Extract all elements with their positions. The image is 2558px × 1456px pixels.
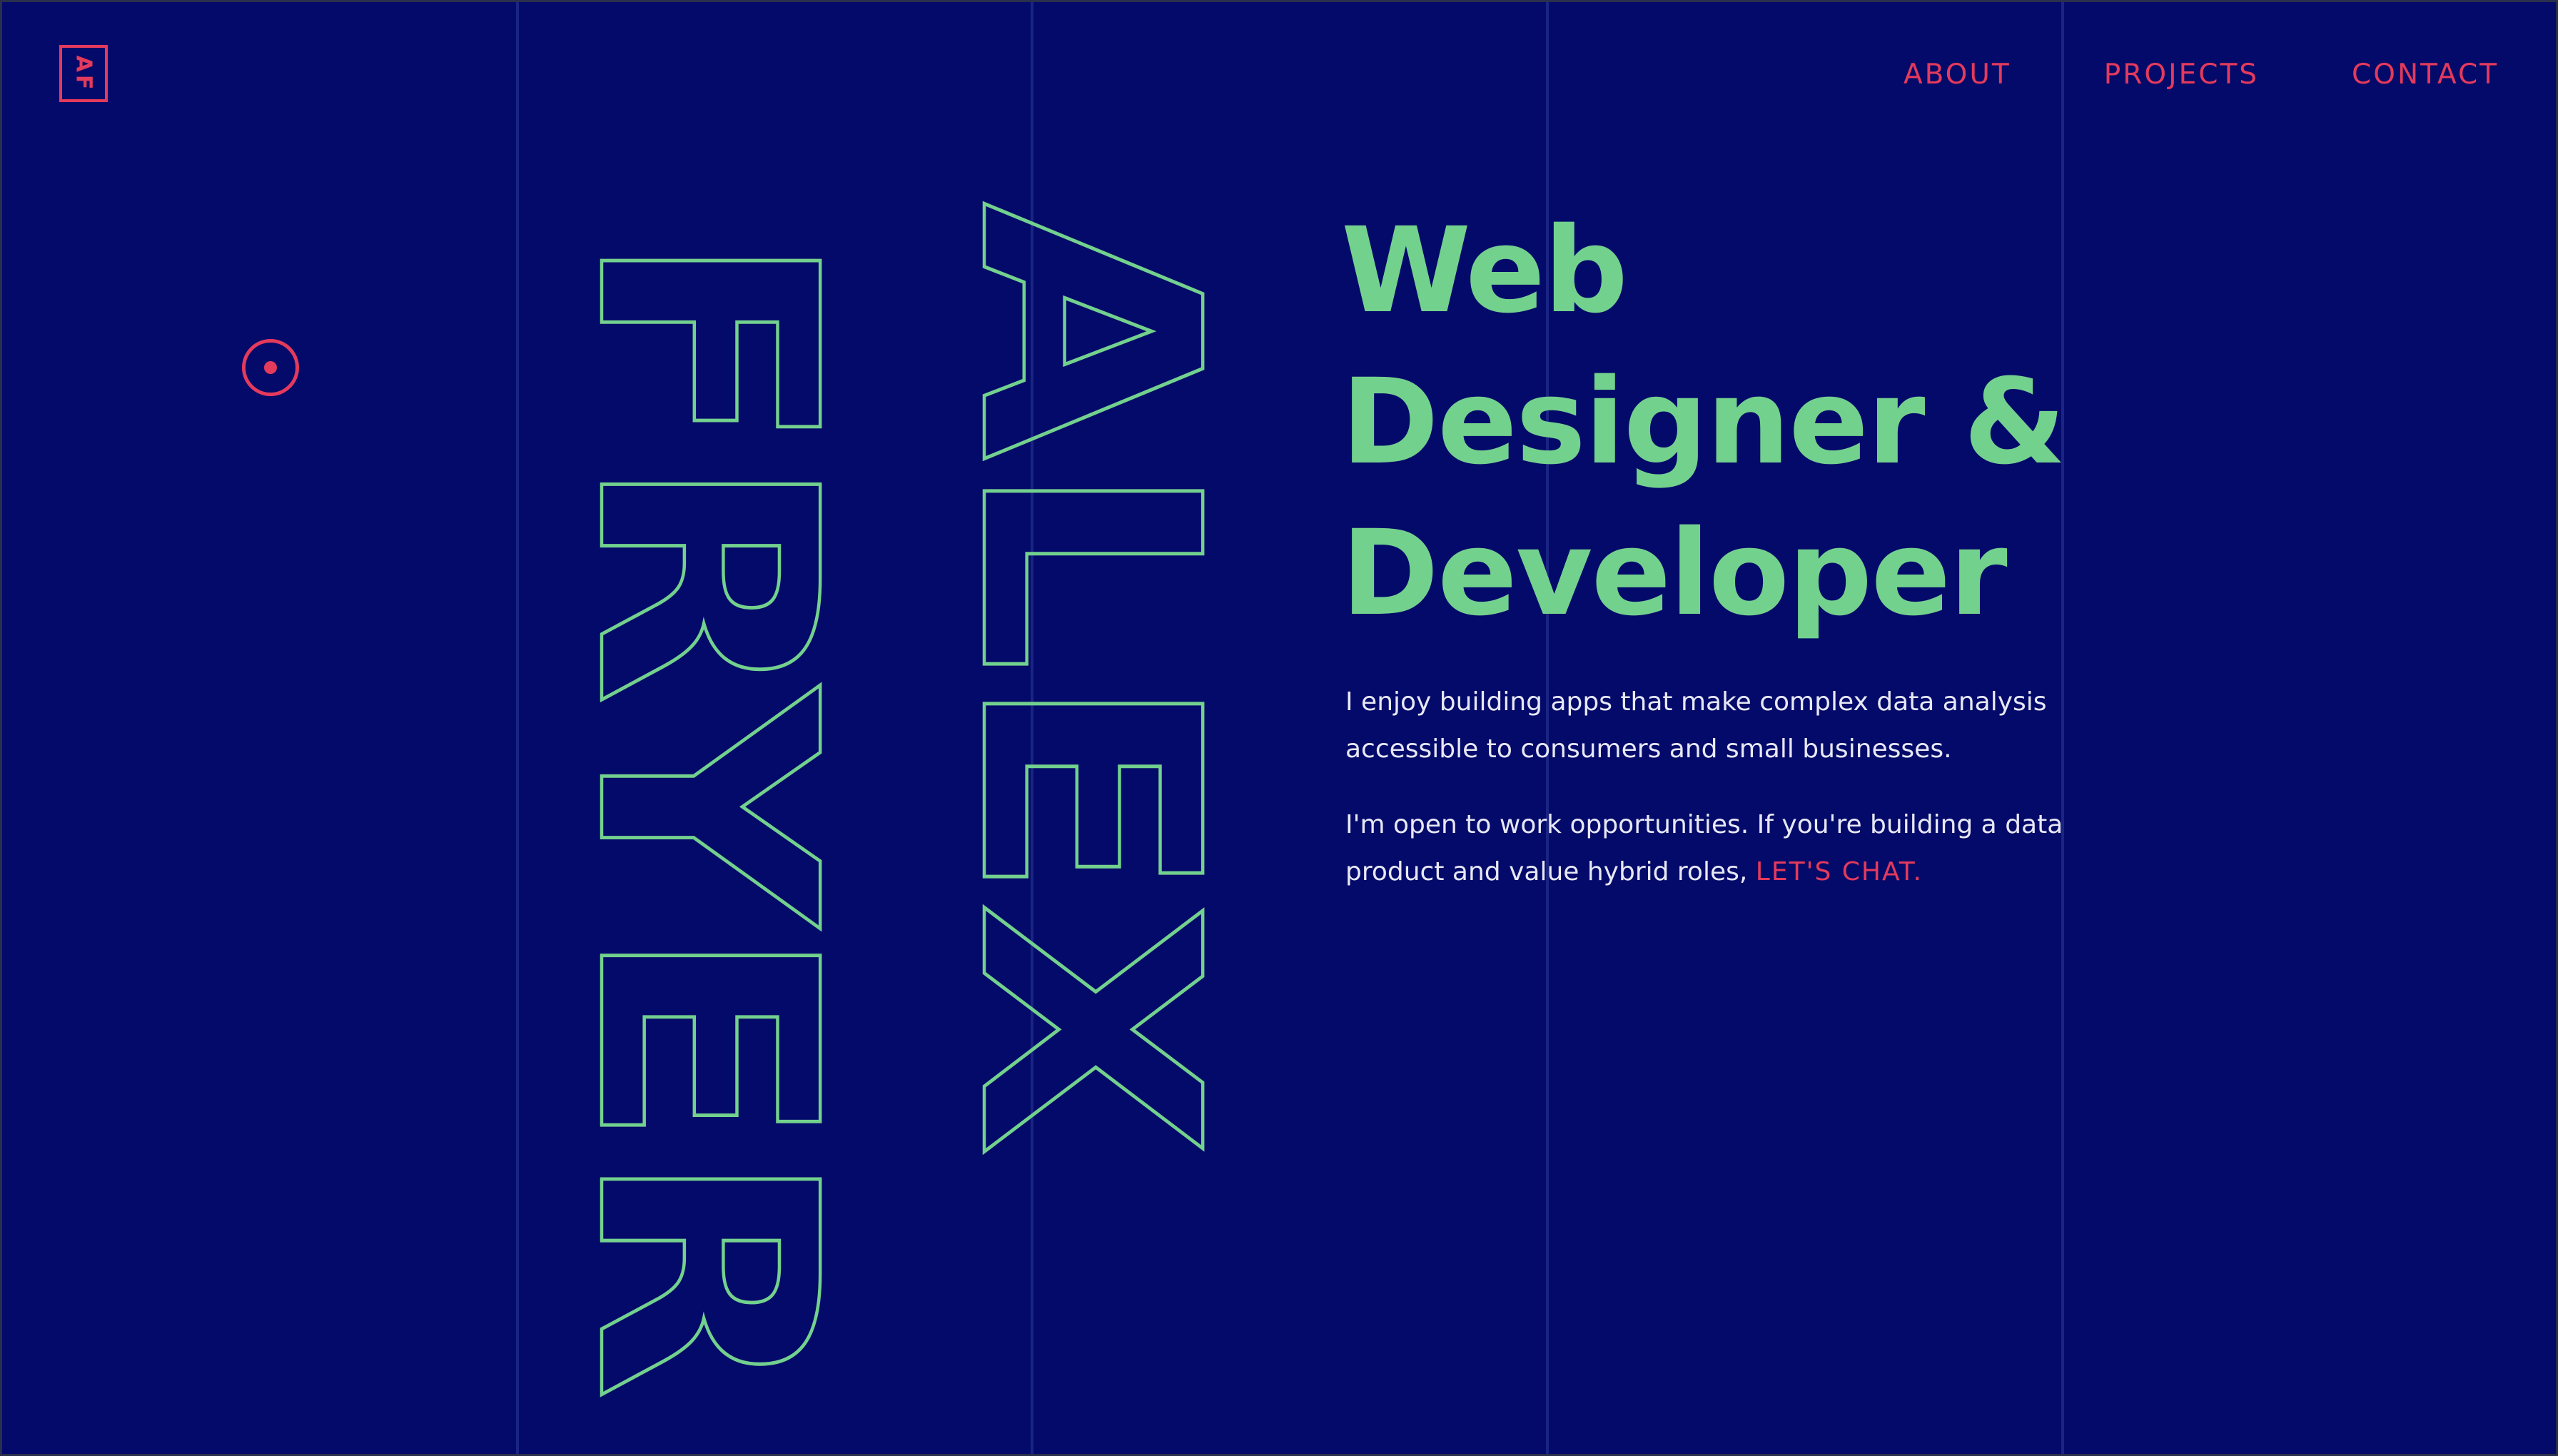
page: AF ABOUT PROJECTS CONTACT ALEX FRYER Web…: [0, 0, 2558, 1456]
headline-line-3: Developer: [1341, 505, 2008, 642]
intro-paragraph-2: I'm open to work opportunities. If you'r…: [1345, 802, 2066, 896]
intro-paragraph-2-text: I'm open to work opportunities. If you'r…: [1345, 810, 2063, 886]
headline-line-2: Designer &: [1341, 353, 2066, 490]
headline-line-1: Web: [1341, 202, 1628, 339]
grid-line: [516, 2, 519, 1454]
outline-name-last: FRYER: [530, 231, 879, 1401]
target-icon: [242, 339, 299, 396]
outline-name-graphic: ALEX FRYER: [529, 201, 1264, 1403]
outline-name-first: ALEX: [913, 202, 1262, 1158]
main-nav: ABOUT PROJECTS CONTACT: [1904, 56, 2499, 93]
intro-paragraph-1: I enjoy building apps that make complex …: [1345, 687, 2047, 764]
headline: Web Designer & Developer: [1341, 195, 2066, 649]
logo-home-link[interactable]: AF: [59, 45, 108, 102]
logo-text: AF: [71, 55, 96, 92]
lets-chat-link[interactable]: LET'S CHAT.: [1756, 857, 1923, 886]
nav-projects-link[interactable]: PROJECTS: [2104, 56, 2259, 93]
nav-about-link[interactable]: ABOUT: [1904, 56, 2011, 93]
intro-text: I enjoy building apps that make complex …: [1345, 679, 2066, 924]
nav-contact-link[interactable]: CONTACT: [2352, 56, 2499, 93]
